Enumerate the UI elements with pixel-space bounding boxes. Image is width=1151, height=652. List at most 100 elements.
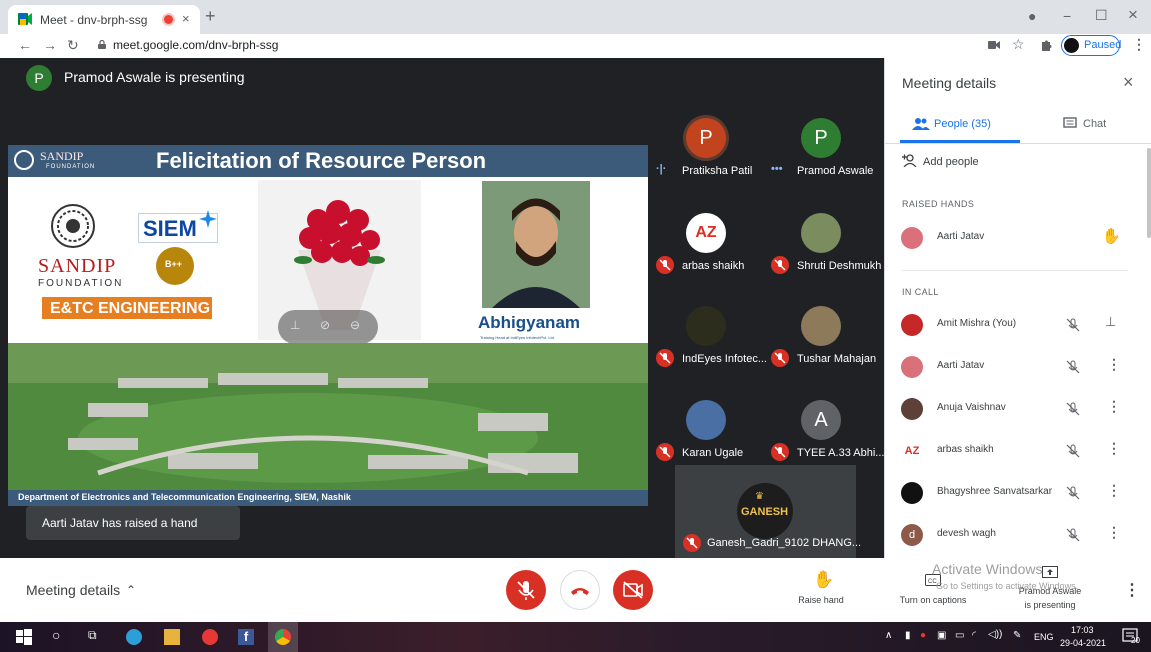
profile-paused-button[interactable]: Paused xyxy=(1061,35,1121,56)
clock-date[interactable]: 29-04-2021 xyxy=(1060,638,1106,648)
more-options-icon[interactable]: ⋮ xyxy=(1107,482,1121,499)
mic-off-icon[interactable] xyxy=(1065,485,1081,501)
tray-expand-icon[interactable]: ∧ xyxy=(885,630,892,641)
slide-controls[interactable]: ⊥ ⊘ ⊖ xyxy=(278,310,378,344)
participant-tile-ganesh[interactable]: ♛ GANESH Ganesh_Gadri_9102 DHANG... xyxy=(675,465,861,558)
tab-title: Meet - dnv-brph-ssg xyxy=(40,13,148,27)
meeting-details-toggle[interactable]: Meeting details ⌃ xyxy=(26,580,146,602)
more-options-icon[interactable]: ⋮ xyxy=(1107,524,1121,541)
mic-off-icon[interactable] xyxy=(1065,401,1081,417)
panel-scrollbar[interactable] xyxy=(1147,148,1151,238)
participant-list-name: Amit Mishra (You) xyxy=(937,318,1017,329)
guest-brand: Abhigyanam xyxy=(478,313,581,332)
mic-off-icon[interactable] xyxy=(1065,359,1081,375)
participant-tile[interactable]: Shruti Deshmukh xyxy=(771,213,885,283)
slide-footer: Department of Electronics and Telecommun… xyxy=(8,490,648,506)
windows-start-icon[interactable] xyxy=(16,629,32,645)
search-circle-icon[interactable]: ○ xyxy=(52,627,68,643)
participant-tile[interactable]: AZ arbas shaikh xyxy=(656,213,770,283)
sandip-logo-text: SANDIP xyxy=(38,255,117,277)
minimize-button[interactable]: − xyxy=(1063,8,1071,24)
facebook-icon[interactable]: f xyxy=(238,629,254,645)
wifi-icon[interactable]: ◜ xyxy=(972,630,976,641)
file-explorer-icon[interactable] xyxy=(164,629,180,645)
participant-tile[interactable]: P ••• Pramod Aswale xyxy=(771,118,885,188)
participant-tile[interactable]: Karan Ugale xyxy=(656,400,770,470)
bookmark-star-icon[interactable]: ☆ xyxy=(1012,36,1025,53)
battery-icon[interactable]: ▭ xyxy=(955,630,964,641)
sandip-emblem-icon xyxy=(51,204,95,248)
participant-name: Pratiksha Patil xyxy=(682,165,753,177)
participant-list-item[interactable]: Amit Mishra (You) ⊥ xyxy=(885,306,1145,346)
reload-icon[interactable]: ↻ xyxy=(67,37,79,54)
more-options-icon[interactable]: ⋮ xyxy=(1107,440,1121,457)
recording-indicator-icon xyxy=(164,15,173,24)
window-close-button[interactable]: × xyxy=(1128,5,1138,25)
language-indicator[interactable]: ENG xyxy=(1034,632,1054,642)
presenting-name: Pramod Aswale xyxy=(1018,586,1082,596)
slide-title: Felicitation of Resource Person xyxy=(156,148,487,173)
mic-off-icon[interactable] xyxy=(1065,527,1081,543)
participant-tile[interactable]: Tushar Mahajan xyxy=(771,306,885,376)
raised-hand-icon[interactable]: ✋ xyxy=(1102,227,1121,245)
pin-icon[interactable]: ⊥ xyxy=(1105,314,1116,330)
notifications-button[interactable]: 20 xyxy=(1122,628,1140,646)
meet-favicon-icon xyxy=(18,13,32,25)
participant-tile[interactable]: A TYEE A.33 Abhi... xyxy=(771,400,885,470)
extensions-puzzle-icon[interactable] xyxy=(1040,39,1052,52)
camera-toggle-button[interactable] xyxy=(613,570,653,610)
tray-app-icon[interactable]: ● xyxy=(920,630,926,641)
tab-chat[interactable]: Chat xyxy=(1063,113,1133,141)
tab-close-button[interactable]: × xyxy=(182,11,190,26)
leave-call-button[interactable] xyxy=(560,570,600,610)
participant-list-item[interactable]: Aarti Jatav ✋ xyxy=(885,219,1145,259)
raise-hand-button[interactable]: ✋ Raise hand xyxy=(790,568,852,616)
mic-toggle-button[interactable] xyxy=(506,570,546,610)
more-options-icon[interactable]: ⋮ xyxy=(1107,398,1121,415)
chrome-taskbar-button[interactable] xyxy=(268,622,298,652)
maximize-button[interactable]: ☐ xyxy=(1095,7,1108,24)
presenting-indicator[interactable]: Pramod Aswale is presenting xyxy=(1012,564,1088,616)
participant-name: Shruti Deshmukh xyxy=(797,260,882,272)
camera-off-icon xyxy=(623,581,643,599)
clock-time[interactable]: 17:03 xyxy=(1071,625,1094,635)
pen-icon[interactable]: ✎ xyxy=(1013,630,1021,641)
add-people-label: Add people xyxy=(923,156,979,168)
remove-icon[interactable]: ⊖ xyxy=(350,318,360,332)
volume-icon[interactable]: ◁)) xyxy=(988,629,1002,640)
browser-tab[interactable]: Meet - dnv-brph-ssg × xyxy=(8,5,200,34)
tab-people[interactable]: People (35) xyxy=(900,113,1020,141)
participant-list-item[interactable]: d devesh wagh ⋮ xyxy=(885,516,1145,556)
participant-tile[interactable]: IndEyes Infotec... xyxy=(656,306,770,376)
profile-circle-icon[interactable]: ● xyxy=(1028,8,1036,24)
tray-network-icon[interactable]: ▣ xyxy=(937,630,946,641)
more-options-icon[interactable]: ⋮ xyxy=(1124,580,1140,600)
add-people-button[interactable]: Add people xyxy=(900,150,1020,174)
department-badge: E&TC ENGINEERING xyxy=(42,297,212,319)
panel-close-button[interactable]: × xyxy=(1123,72,1134,93)
siem-star-icon xyxy=(199,210,217,228)
participant-list-item[interactable]: Aarti Jatav ⋮ xyxy=(885,348,1145,388)
mic-off-icon xyxy=(656,443,674,461)
participant-list-item[interactable]: Anuja Vaishnav ⋮ xyxy=(885,390,1145,430)
new-tab-button[interactable]: + xyxy=(205,6,216,27)
mic-off-icon[interactable] xyxy=(1065,317,1081,333)
participant-name: arbas shaikh xyxy=(682,260,745,272)
mic-off-icon[interactable] xyxy=(1065,443,1081,459)
address-bar[interactable]: meet.google.com/dnv-brph-ssg xyxy=(113,38,278,52)
participant-list-item[interactable]: AZ arbas shaikh ⋮ xyxy=(885,432,1145,472)
browser-menu-icon[interactable]: ⋮ xyxy=(1132,36,1146,53)
back-arrow-icon[interactable]: ← xyxy=(18,37,32,53)
mute-presentation-icon[interactable]: ⊘ xyxy=(320,318,330,332)
tray-mic-icon[interactable]: ▮ xyxy=(905,630,911,641)
participant-list-item[interactable]: Bhagyshree Sanvatsarkar ⋮ xyxy=(885,474,1145,514)
participant-tile[interactable]: P ·|· Pratiksha Patil xyxy=(656,118,770,188)
edge-icon[interactable] xyxy=(126,629,142,645)
opera-icon[interactable] xyxy=(202,629,218,645)
task-view-icon[interactable]: ⧉ xyxy=(88,628,104,644)
camera-in-use-icon[interactable] xyxy=(988,40,1000,50)
mic-off-icon xyxy=(771,256,789,274)
forward-arrow-icon[interactable]: → xyxy=(43,37,57,53)
more-options-icon[interactable]: ⋮ xyxy=(1107,356,1121,373)
pin-icon[interactable]: ⊥ xyxy=(290,318,300,332)
